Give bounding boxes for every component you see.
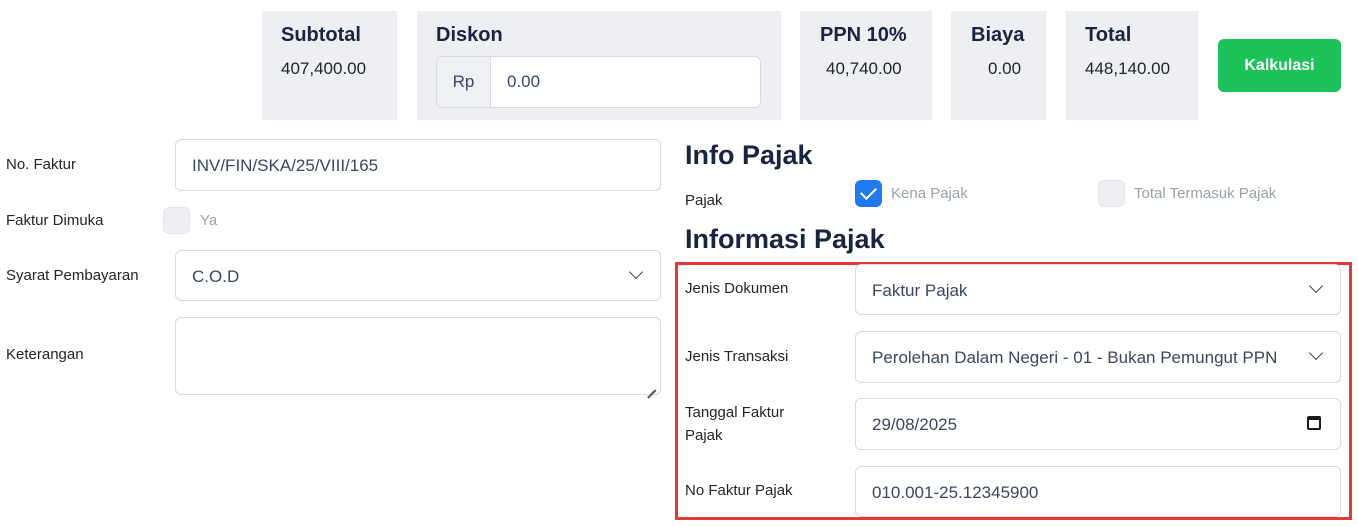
syarat-pembayaran-label: Syarat Pembayaran [6,267,139,284]
total-termasuk-pajak-checkbox[interactable] [1098,180,1125,207]
ppn-box: PPN 10% 40,740.00 [800,11,932,120]
faktur-dimuka-option-label: Ya [200,212,218,229]
jenis-transaksi-select[interactable]: Perolehan Dalam Negeri - 01 - Bukan Pemu… [855,331,1341,383]
total-value: 448,140.00 [1085,59,1171,78]
resize-handle-icon[interactable] [647,381,656,390]
informasi-pajak-title: Informasi Pajak [685,224,885,254]
diskon-currency-prefix: Rp [437,57,491,107]
diskon-input-group[interactable]: Rp 0.00 [436,56,761,108]
jenis-transaksi-value: Perolehan Dalam Negeri - 01 - Bukan Pemu… [872,348,1278,367]
jenis-dokumen-value: Faktur Pajak [872,281,968,300]
tanggal-faktur-pajak-value: 29/08/2025 [872,415,958,434]
total-box: Total 448,140.00 [1066,11,1198,120]
subtotal-value: 407,400.00 [281,59,367,78]
no-faktur-value: INV/FIN/SKA/25/VIII/165 [192,156,379,175]
diskon-input[interactable]: 0.00 [507,72,540,92]
biaya-value: 0.00 [988,59,1022,78]
kena-pajak-label: Kena Pajak [891,185,968,202]
chevron-down-icon [1308,278,1324,294]
info-pajak-title: Info Pajak [685,140,813,170]
syarat-pembayaran-value: C.O.D [192,267,240,286]
subtotal-label: Subtotal [281,24,361,46]
syarat-pembayaran-select[interactable]: C.O.D [175,250,661,301]
diskon-box: Diskon Rp 0.00 [417,11,781,120]
tanggal-faktur-pajak-date-input[interactable]: 29/08/2025 [855,398,1341,450]
faktur-dimuka-label: Faktur Dimuka [6,212,104,229]
chevron-down-icon [1308,345,1324,361]
calendar-icon[interactable] [1307,416,1321,430]
biaya-box: Biaya 0.00 [951,11,1046,120]
kalkulasi-button[interactable]: Kalkulasi [1218,39,1341,92]
no-faktur-pajak-value: 010.001-25.12345900 [872,483,1039,502]
total-label: Total [1085,24,1132,46]
total-termasuk-pajak-label: Total Termasuk Pajak [1134,185,1277,202]
ppn-value: 40,740.00 [826,59,902,78]
tanggal-faktur-pajak-label-line2: Pajak [685,427,723,444]
biaya-label: Biaya [971,24,1025,46]
kena-pajak-checkbox[interactable] [855,180,882,207]
no-faktur-field[interactable]: INV/FIN/SKA/25/VIII/165 [175,139,661,191]
subtotal-box: Subtotal 407,400.00 [262,11,397,120]
keterangan-textarea[interactable] [175,317,661,395]
jenis-dokumen-label: Jenis Dokumen [685,280,789,297]
jenis-transaksi-label: Jenis Transaksi [685,348,789,365]
tanggal-faktur-pajak-label-line1: Tanggal Faktur [685,404,785,421]
chevron-down-icon [628,264,644,280]
ppn-label: PPN 10% [820,24,907,46]
jenis-dokumen-select[interactable]: Faktur Pajak [855,264,1341,315]
no-faktur-pajak-label: No Faktur Pajak [685,482,793,499]
faktur-dimuka-checkbox[interactable] [163,207,190,234]
no-faktur-pajak-field[interactable]: 010.001-25.12345900 [855,466,1341,517]
no-faktur-label: No. Faktur [6,156,77,173]
diskon-label: Diskon [436,24,503,46]
keterangan-label: Keterangan [6,346,84,363]
pajak-label: Pajak [685,192,723,209]
